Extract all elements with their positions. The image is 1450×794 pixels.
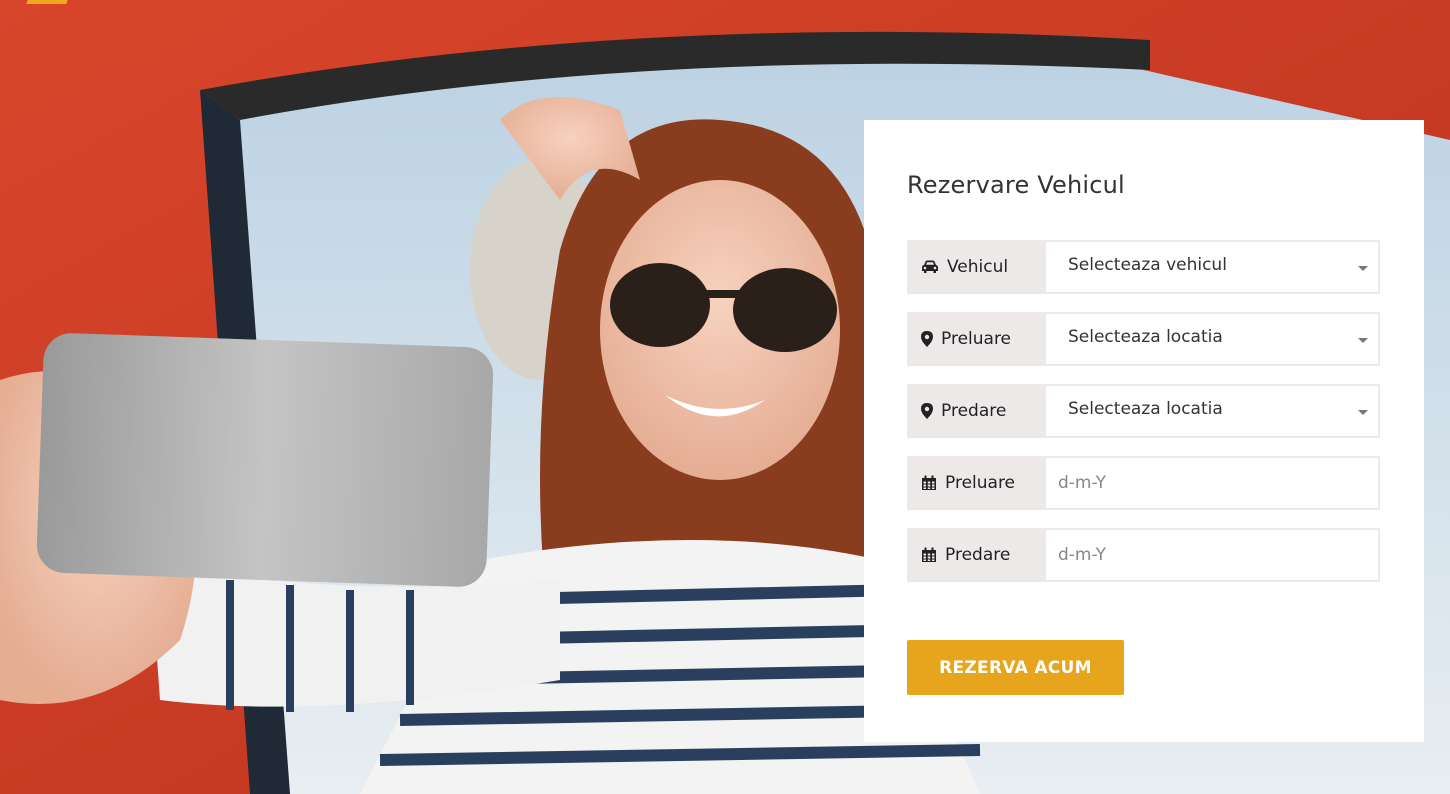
chevron-down-icon (1358, 410, 1368, 415)
pickup-location-select[interactable]: Selecteaza locatia (1046, 312, 1380, 366)
map-marker-icon (921, 331, 933, 347)
pickup-location-select-value: Selecteaza locatia (1068, 327, 1223, 347)
dropoff-date-input[interactable] (1046, 529, 1378, 581)
chevron-down-icon (1358, 338, 1368, 343)
vehicle-select-value: Selecteaza vehicul (1068, 255, 1227, 275)
dropoff-date-label: Predare (907, 528, 1046, 582)
pickup-date-row: Preluare (907, 456, 1380, 510)
pickup-location-label: Preluare (907, 312, 1046, 366)
dropoff-location-select[interactable]: Selecteaza locatia (1046, 384, 1380, 438)
dropoff-date-field (1046, 528, 1380, 582)
dropoff-location-row: Predare Selecteaza locatia (907, 384, 1380, 438)
calendar-icon (922, 547, 936, 562)
dropoff-date-row: Predare (907, 528, 1380, 582)
dropoff-date-label-text: Predare (945, 545, 1011, 565)
vehicle-label: Vehicul (907, 240, 1046, 294)
pickup-date-field (1046, 456, 1380, 510)
car-icon (922, 260, 938, 273)
chevron-down-icon (1358, 266, 1368, 271)
pickup-date-label-text: Preluare (945, 473, 1016, 493)
hero-section: Rezervare Vehicul Vehicul Selecteaza veh… (0, 0, 1450, 794)
calendar-icon (922, 475, 936, 490)
pickup-date-input[interactable] (1046, 457, 1378, 509)
dropoff-location-label-text: Predare (941, 401, 1007, 421)
book-now-button[interactable]: REZERVA ACUM (907, 640, 1124, 695)
vehicle-select[interactable]: Selecteaza vehicul (1046, 240, 1380, 294)
accent-corner-shape (26, 0, 70, 4)
pickup-location-row: Preluare Selecteaza locatia (907, 312, 1380, 366)
dropoff-location-select-value: Selecteaza locatia (1068, 399, 1223, 419)
vehicle-label-text: Vehicul (947, 257, 1009, 277)
booking-title: Rezervare Vehicul (907, 171, 1125, 199)
vehicle-row: Vehicul Selecteaza vehicul (907, 240, 1380, 294)
pickup-date-label: Preluare (907, 456, 1046, 510)
booking-form-card: Rezervare Vehicul Vehicul Selecteaza veh… (864, 120, 1424, 742)
pickup-location-label-text: Preluare (941, 329, 1012, 349)
dropoff-location-label: Predare (907, 384, 1046, 438)
map-marker-icon (921, 403, 933, 419)
